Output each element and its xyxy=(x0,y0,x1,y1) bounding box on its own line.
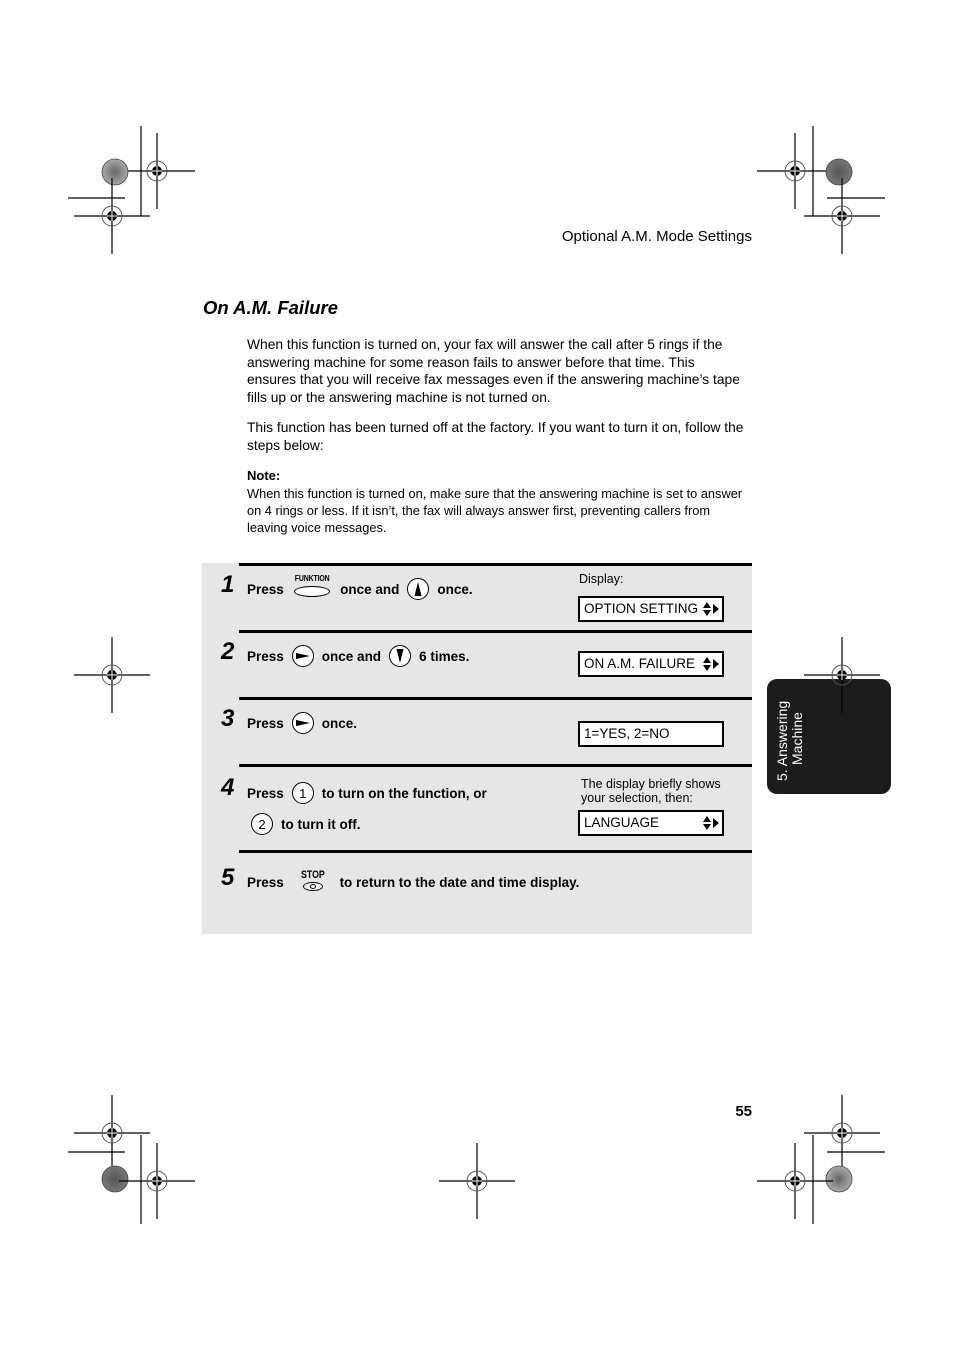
registration-mark-icon xyxy=(118,1142,196,1220)
press-label: Press xyxy=(247,785,284,801)
chapter-tab-line1: 5. Answering xyxy=(774,700,790,781)
press-label: Press xyxy=(247,581,284,597)
lcd-text: 1=YES, 2=NO xyxy=(584,726,670,741)
down-arrow-key-icon xyxy=(389,645,412,667)
note-text: When this function is turned on, make su… xyxy=(247,486,743,535)
lcd-display-2: ON A.M. FAILURE xyxy=(578,651,724,677)
number-1-key-icon: 1 xyxy=(291,782,314,804)
star-target-icon xyxy=(825,1165,853,1193)
step-divider xyxy=(239,764,752,767)
registration-mark-icon xyxy=(438,1142,516,1220)
note-label: Note: xyxy=(247,468,281,483)
stop-key-icon xyxy=(302,881,323,891)
page-number: 55 xyxy=(735,1103,752,1120)
lcd-text: ON A.M. FAILURE xyxy=(584,656,696,671)
chapter-tab-label: 5. Answering Machine xyxy=(774,693,814,787)
press-label: Press xyxy=(247,874,284,890)
stop-key-label: STOP xyxy=(300,868,325,881)
step-2-instruction: Press once and 6 times. xyxy=(247,645,469,667)
registration-mark-icon xyxy=(118,132,196,210)
step-divider xyxy=(239,630,752,633)
step-text-end: to turn it off. xyxy=(281,816,361,832)
step-divider xyxy=(239,850,752,853)
lcd-text: OPTION SETTING xyxy=(584,601,699,616)
up-arrow-key-icon xyxy=(407,578,430,600)
number-2-key-icon: 2 xyxy=(251,813,273,835)
chapter-tab-line2: Machine xyxy=(789,712,805,765)
step-number: 5 xyxy=(221,864,235,891)
registration-mark-icon xyxy=(73,1094,151,1172)
lcd-display-3: 1=YES, 2=NO xyxy=(578,721,724,747)
up-down-right-arrows-icon xyxy=(703,657,719,671)
step-text-end: once. xyxy=(437,581,473,597)
step-5-instruction: Press STOP to return to the date and tim… xyxy=(247,868,580,893)
press-label: Press xyxy=(247,715,284,731)
intro-paragraph: When this function is turned on, your fa… xyxy=(247,337,740,405)
registration-mark-icon xyxy=(803,1094,881,1172)
factory-paragraph: This function has been turned off at the… xyxy=(247,420,744,453)
star-target-icon xyxy=(825,158,853,186)
lcd-display-1: OPTION SETTING xyxy=(578,596,724,622)
step-text-mid: once and xyxy=(340,581,400,597)
running-header: Optional A.M. Mode Settings xyxy=(561,228,752,245)
step-3-instruction: Press once. xyxy=(247,712,357,734)
registration-mark-icon xyxy=(756,1142,834,1220)
step-text-end: 6 times. xyxy=(419,648,470,664)
up-down-right-arrows-icon xyxy=(703,602,719,616)
step-number: 2 xyxy=(221,638,235,665)
display-label: The display briefly shows your selection… xyxy=(581,777,721,805)
step-number: 3 xyxy=(221,705,235,732)
right-arrow-key-icon xyxy=(291,645,314,667)
registration-mark-icon xyxy=(756,132,834,210)
stop-key: STOP xyxy=(298,868,328,891)
step-text-end: once. xyxy=(321,715,358,731)
step-4-instruction-line2: 2 to turn it off. xyxy=(243,812,360,836)
press-label: Press xyxy=(247,648,284,664)
step-text-mid: once and xyxy=(321,648,382,664)
section-title: On A.M. Failure xyxy=(203,297,338,318)
step-divider xyxy=(239,563,752,566)
lcd-text: LANGUAGE xyxy=(584,815,660,830)
step-1-instruction: Press FUNKTION once and once. xyxy=(247,573,473,600)
oval-key-icon xyxy=(293,585,330,597)
step-text-end: to turn on the function, or xyxy=(321,785,487,801)
funktion-key-label: FUNKTION xyxy=(294,572,330,583)
star-target-icon xyxy=(101,158,129,186)
registration-mark-icon xyxy=(73,177,151,255)
registration-mark-icon xyxy=(803,177,881,255)
registration-mark-icon xyxy=(73,636,151,714)
lcd-display-4: LANGUAGE xyxy=(578,810,724,836)
step-4-instruction-line1: Press 1 to turn on the function, or xyxy=(247,781,487,805)
step-number: 4 xyxy=(221,774,235,801)
funktion-key: FUNKTION xyxy=(291,572,333,597)
right-arrow-key-icon xyxy=(291,712,314,734)
star-target-icon xyxy=(101,1165,129,1193)
display-label: Display: xyxy=(579,572,624,586)
step-number: 1 xyxy=(221,571,235,598)
step-text-end: to return to the date and time display. xyxy=(339,874,580,890)
step-divider xyxy=(239,697,752,700)
up-down-right-arrows-icon xyxy=(703,816,719,830)
